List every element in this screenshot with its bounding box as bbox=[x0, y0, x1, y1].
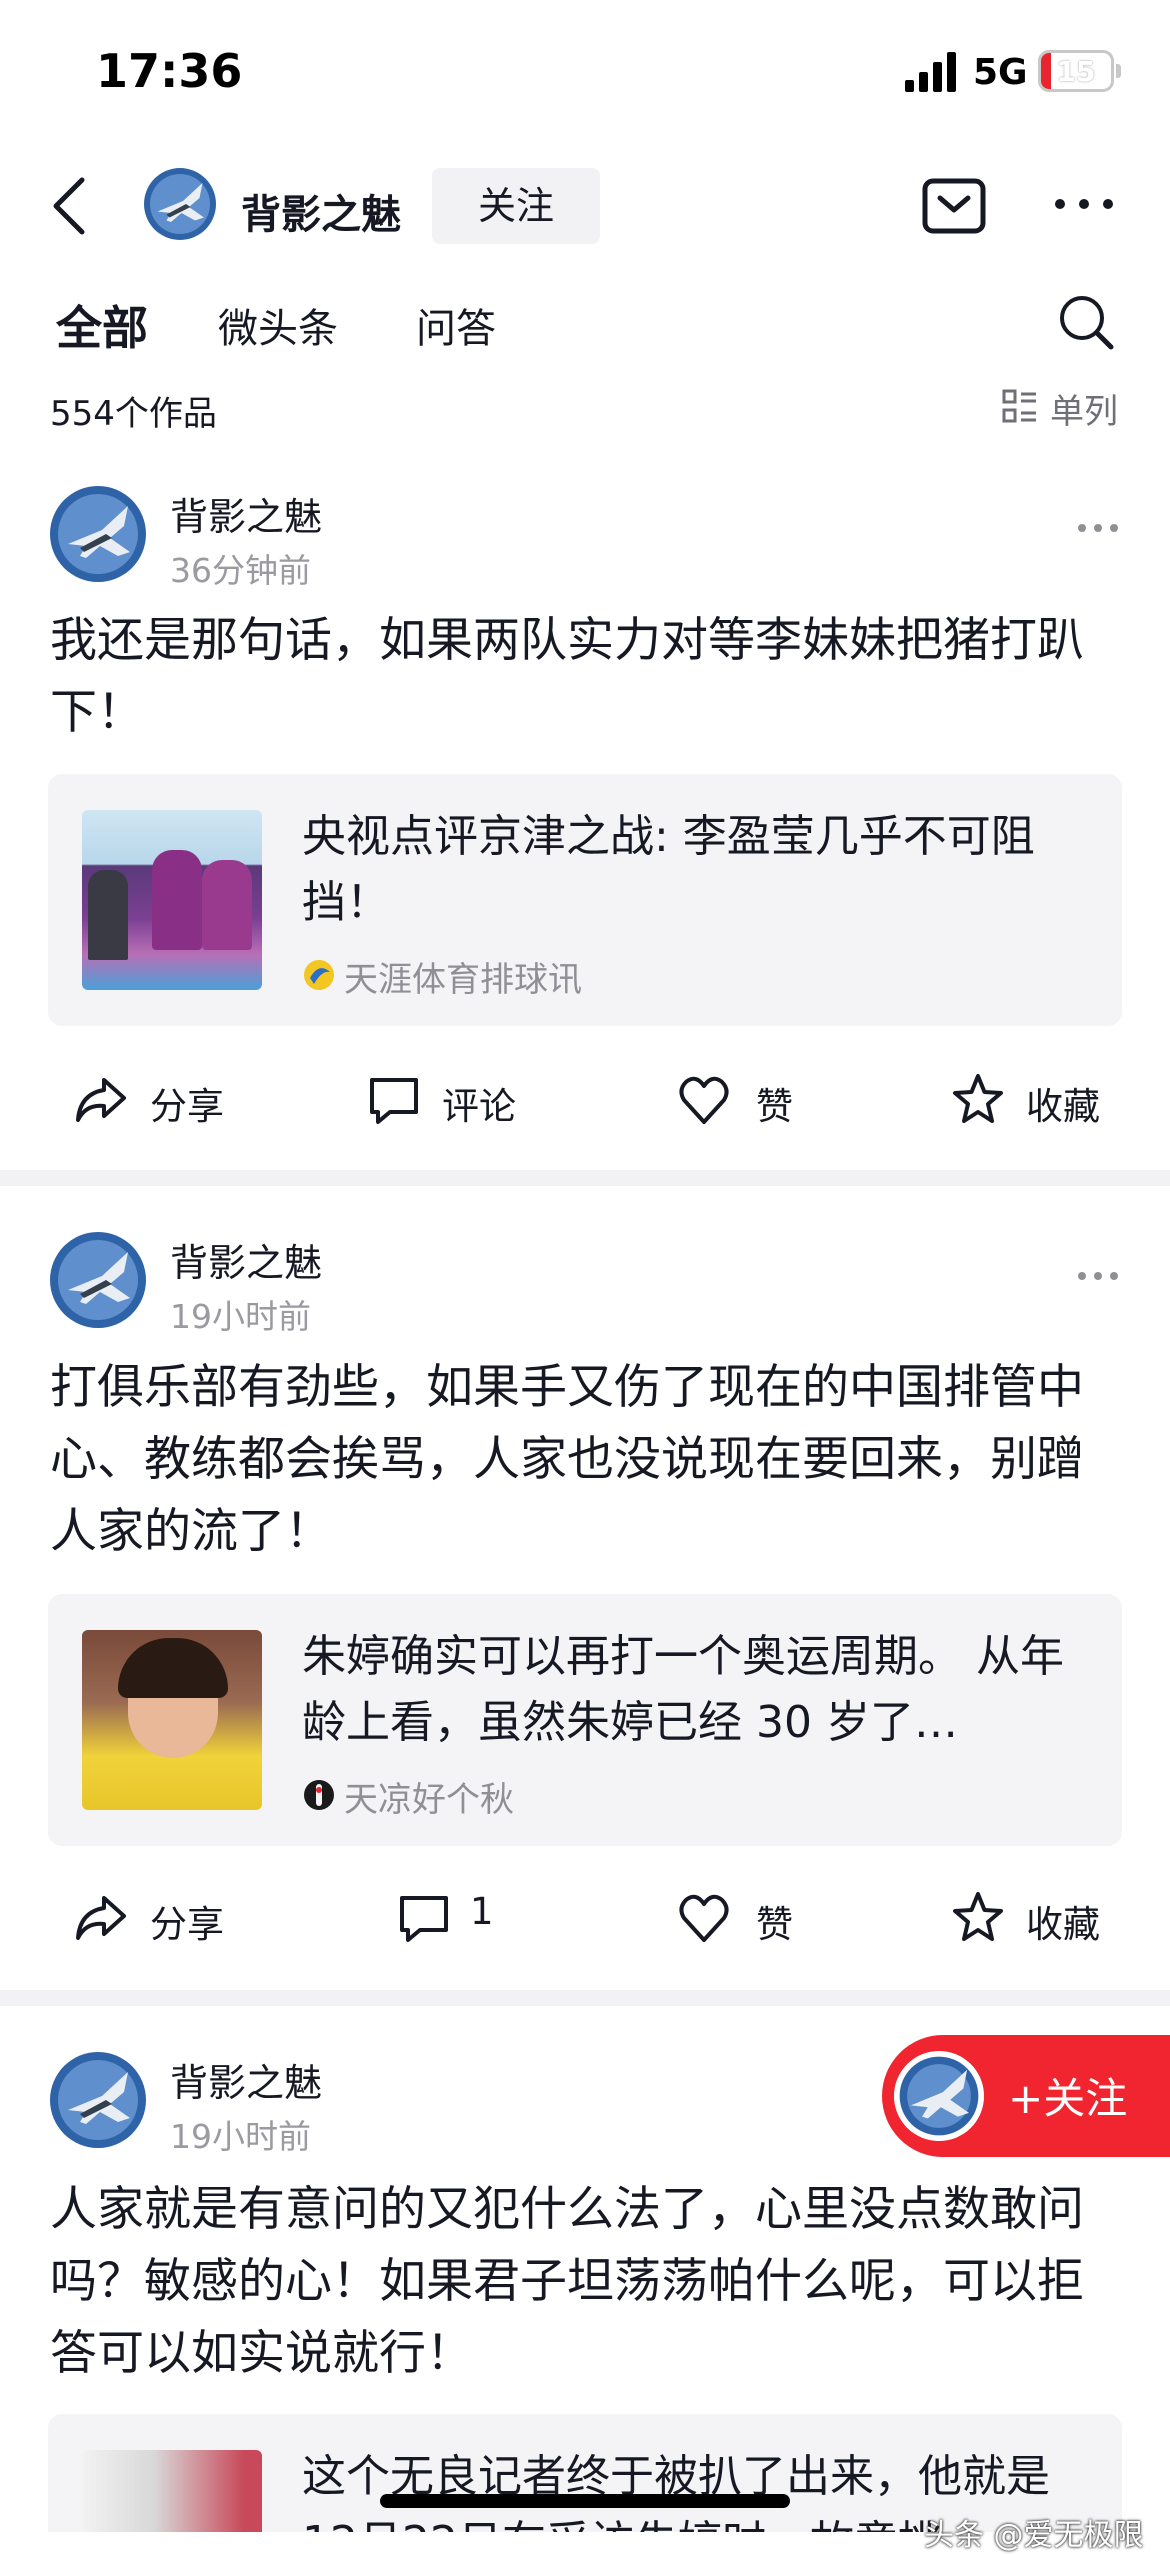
post-time: 19小时前 bbox=[170, 1297, 311, 1336]
floating-avatar bbox=[894, 2051, 984, 2141]
post-author[interactable]: 背影之魅 bbox=[170, 2052, 322, 2107]
battery-cap bbox=[1116, 64, 1121, 78]
tab-micro-headlines[interactable]: 微头条 bbox=[218, 296, 338, 354]
header-author-name[interactable]: 背影之魅 bbox=[241, 182, 401, 240]
network-label: 5G bbox=[973, 52, 1028, 93]
message-icon[interactable] bbox=[922, 178, 986, 234]
post-text[interactable]: 打俱乐部有劲些，如果手又伤了现在的中国排管中心、教练都会挨骂，人家也没说现在要回… bbox=[50, 1352, 1125, 1568]
status-time: 17:36 bbox=[96, 44, 243, 98]
battery-icon: 15 bbox=[1038, 50, 1114, 92]
article-thumbnail bbox=[82, 1630, 262, 1810]
post-text[interactable]: 我还是那句话，如果两队实力对等李妹妹把猪打趴下！ bbox=[50, 605, 1125, 749]
comment-icon[interactable] bbox=[366, 1072, 422, 1128]
tab-qa[interactable]: 问答 bbox=[416, 296, 496, 354]
more-icon[interactable] bbox=[1076, 1270, 1120, 1282]
home-indicator[interactable] bbox=[380, 2494, 790, 2508]
back-icon[interactable] bbox=[46, 176, 96, 236]
like-label[interactable]: 赞 bbox=[756, 1076, 793, 1130]
source-avatar bbox=[304, 960, 334, 990]
article-source: 天涯体育排球讯 bbox=[344, 960, 582, 1000]
comment-count[interactable]: 1 bbox=[470, 1890, 494, 1933]
post-avatar[interactable] bbox=[50, 1232, 146, 1328]
favorite-label[interactable]: 收藏 bbox=[1026, 1894, 1100, 1948]
share-icon[interactable] bbox=[72, 1072, 128, 1128]
share-label[interactable]: 分享 bbox=[150, 1894, 224, 1948]
like-icon[interactable] bbox=[676, 1890, 732, 1946]
watermark: 头条 @爱无极限 bbox=[924, 2518, 1144, 2553]
post-divider bbox=[0, 1170, 1170, 1186]
post-author[interactable]: 背影之魅 bbox=[170, 486, 322, 541]
works-count: 554个作品 bbox=[50, 394, 217, 434]
floating-follow-button[interactable]: +关注 bbox=[882, 2035, 1170, 2157]
article-title: 央视点评京津之战: 李盈莹几乎不可阻挡！ bbox=[302, 811, 1035, 928]
post-avatar[interactable] bbox=[50, 486, 146, 582]
article-title: 朱婷确实可以再打一个奥运周期。 从年龄上看，虽然朱婷已经 30 岁了… bbox=[302, 1631, 1064, 1748]
post-text[interactable]: 人家就是有意问的又犯什么法了，心里没点数敢问吗？敏感的心！如果君子坦荡荡帕什么呢… bbox=[50, 2174, 1125, 2390]
tab-all[interactable]: 全部 bbox=[56, 292, 148, 358]
article-source: 天凉好个秋 bbox=[344, 1780, 514, 1820]
source-avatar bbox=[304, 1780, 334, 1810]
linked-article-card[interactable]: 朱婷确实可以再打一个奥运周期。 从年龄上看，虽然朱婷已经 30 岁了… 天凉好个… bbox=[48, 1594, 1122, 1846]
like-label[interactable]: 赞 bbox=[756, 1894, 793, 1948]
post-author[interactable]: 背影之魅 bbox=[170, 1232, 322, 1287]
share-label[interactable]: 分享 bbox=[150, 1076, 224, 1130]
battery-level: 15 bbox=[1056, 55, 1096, 88]
signal-icon bbox=[905, 52, 956, 92]
floating-follow-label: +关注 bbox=[1008, 2074, 1128, 2123]
article-thumbnail bbox=[82, 2450, 262, 2532]
post-avatar[interactable] bbox=[50, 2052, 146, 2148]
comment-icon[interactable] bbox=[396, 1890, 452, 1946]
header-avatar[interactable] bbox=[144, 168, 216, 240]
comment-label[interactable]: 评论 bbox=[442, 1076, 516, 1130]
post-time: 19小时前 bbox=[170, 2117, 311, 2156]
follow-button[interactable]: 关注 bbox=[432, 168, 600, 244]
view-mode-label[interactable]: 单列 bbox=[1050, 384, 1118, 433]
post-time: 36分钟前 bbox=[170, 551, 311, 590]
more-icon[interactable] bbox=[1076, 522, 1120, 534]
search-icon[interactable] bbox=[1056, 292, 1116, 352]
share-icon[interactable] bbox=[72, 1890, 128, 1946]
favorite-icon[interactable] bbox=[950, 1890, 1006, 1946]
post-divider bbox=[0, 1990, 1170, 2006]
favorite-label[interactable]: 收藏 bbox=[1026, 1076, 1100, 1130]
more-icon[interactable] bbox=[1052, 196, 1116, 212]
linked-article-card[interactable]: 央视点评京津之战: 李盈莹几乎不可阻挡！ 天涯体育排球讯 bbox=[48, 774, 1122, 1026]
like-icon[interactable] bbox=[676, 1072, 732, 1128]
list-view-icon[interactable] bbox=[1002, 388, 1038, 424]
article-thumbnail bbox=[82, 810, 262, 990]
favorite-icon[interactable] bbox=[950, 1072, 1006, 1128]
